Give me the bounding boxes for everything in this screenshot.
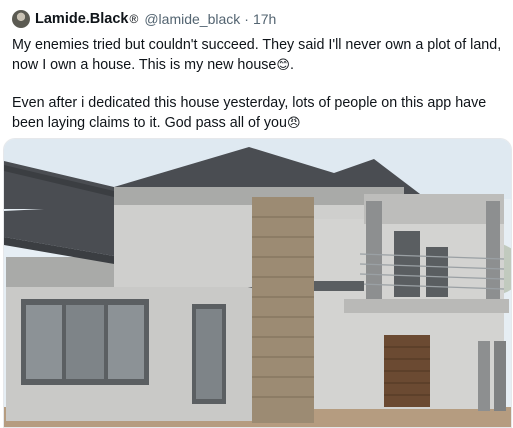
timestamp[interactable]: 17h	[253, 11, 276, 27]
avatar[interactable]	[12, 10, 30, 28]
smiling-emoji-icon: 😊	[276, 56, 290, 72]
house-photo-icon	[4, 139, 511, 427]
tweet-card[interactable]: Lamide.Black ® @lamide_black · 17h My en…	[0, 0, 513, 428]
angry-emoji-icon: 😠	[286, 114, 301, 130]
paragraph-2-text: Even after i dedicated this house yester…	[12, 95, 487, 131]
tweet-header: Lamide.Black ® @lamide_black · 17h	[12, 8, 276, 30]
tweet-text: My enemies tried but couldn't succeed. T…	[12, 36, 502, 133]
author-handle[interactable]: @lamide_black	[144, 11, 240, 27]
tweet-paragraph-2: Even after i dedicated this house yester…	[12, 94, 502, 133]
stone-pillar	[252, 197, 314, 423]
tweet-photo[interactable]	[3, 138, 512, 428]
tweet-paragraph-1: My enemies tried but couldn't succeed. T…	[12, 36, 502, 75]
verified-mark: ®	[129, 12, 139, 26]
author-name[interactable]: Lamide.Black	[35, 11, 129, 27]
paragraph-1-text: My enemies tried but couldn't succeed. T…	[12, 37, 502, 73]
paragraph-1-period: .	[289, 56, 294, 73]
separator-dot: ·	[244, 11, 249, 27]
